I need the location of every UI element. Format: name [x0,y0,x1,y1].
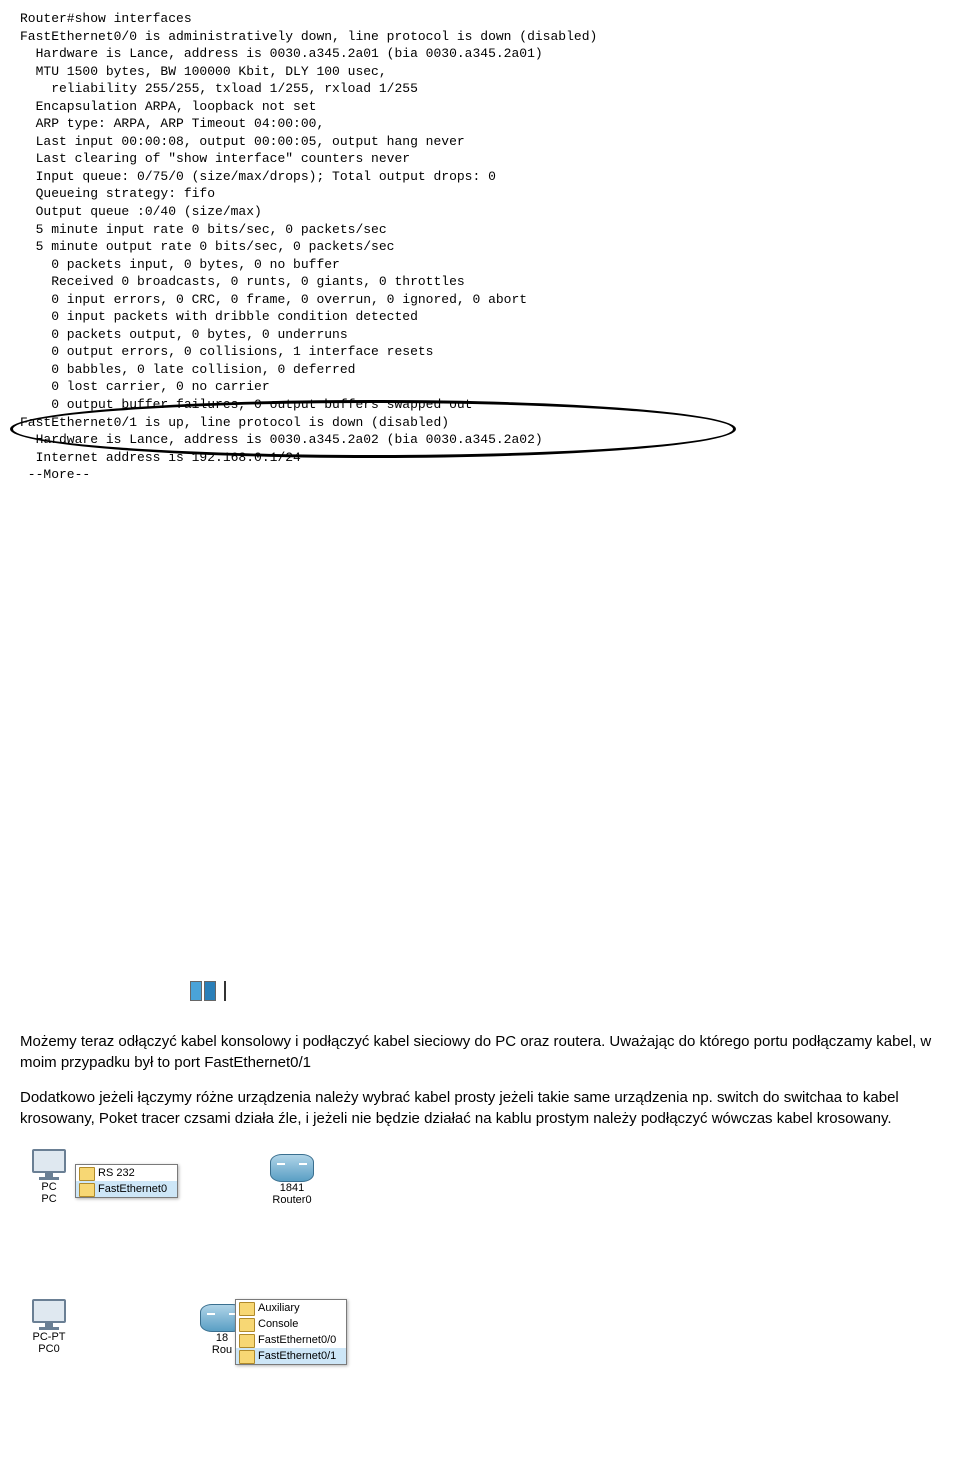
port-menu-router[interactable]: Auxiliary Console FastEthernet0/0 FastEt… [235,1299,347,1365]
menu-item-rs232[interactable]: RS 232 [76,1165,177,1181]
pc-icon [30,1149,68,1181]
taskbar-divider [224,981,226,1001]
device-label: PC-PT [30,1331,68,1343]
port-icon [239,1302,255,1316]
device-label: 1841 [270,1182,314,1194]
taskbar-icon [190,981,202,1001]
menu-item-fastethernet0[interactable]: FastEthernet0 [76,1181,177,1197]
menu-item-label: RS 232 [98,1167,135,1179]
device-pc-1: PC PC [30,1149,68,1205]
device-pc-2: PC-PT PC0 [30,1299,68,1355]
device-label: Router0 [270,1194,314,1206]
network-diagrams: PC PC RS 232 FastEthernet0 1841 Router0 … [20,1149,940,1449]
menu-item-label: FastEthernet0 [98,1183,167,1195]
port-icon [79,1167,95,1181]
port-icon [239,1334,255,1348]
device-label: PC [30,1181,68,1193]
paragraph-1: Możemy teraz odłączyć kabel konsolowy i … [20,1031,940,1073]
menu-item-console[interactable]: Console [236,1316,346,1332]
pc-icon [30,1299,68,1331]
device-label: PC [30,1193,68,1205]
document-body: Możemy teraz odłączyć kabel konsolowy i … [20,1031,940,1129]
menu-item-label: Console [258,1318,298,1330]
menu-item-label: FastEthernet0/0 [258,1334,336,1346]
port-icon [239,1350,255,1364]
taskbar-icon [204,981,216,1001]
port-icon [79,1183,95,1197]
router-cli-output: Router#show interfaces FastEthernet0/0 i… [20,10,940,975]
taskbar-fragment [190,981,940,1001]
router-icon [270,1154,314,1182]
menu-item-fastethernet01[interactable]: FastEthernet0/1 [236,1348,346,1364]
menu-item-fastethernet00[interactable]: FastEthernet0/0 [236,1332,346,1348]
menu-item-label: Auxiliary [258,1302,300,1314]
device-router-1: 1841 Router0 [270,1154,314,1206]
menu-item-auxiliary[interactable]: Auxiliary [236,1300,346,1316]
paragraph-2: Dodatkowo jeżeli łączymy różne urządzeni… [20,1087,940,1129]
menu-item-label: FastEthernet0/1 [258,1350,336,1362]
device-label: PC0 [30,1343,68,1355]
port-menu-pc[interactable]: RS 232 FastEthernet0 [75,1164,178,1198]
port-icon [239,1318,255,1332]
